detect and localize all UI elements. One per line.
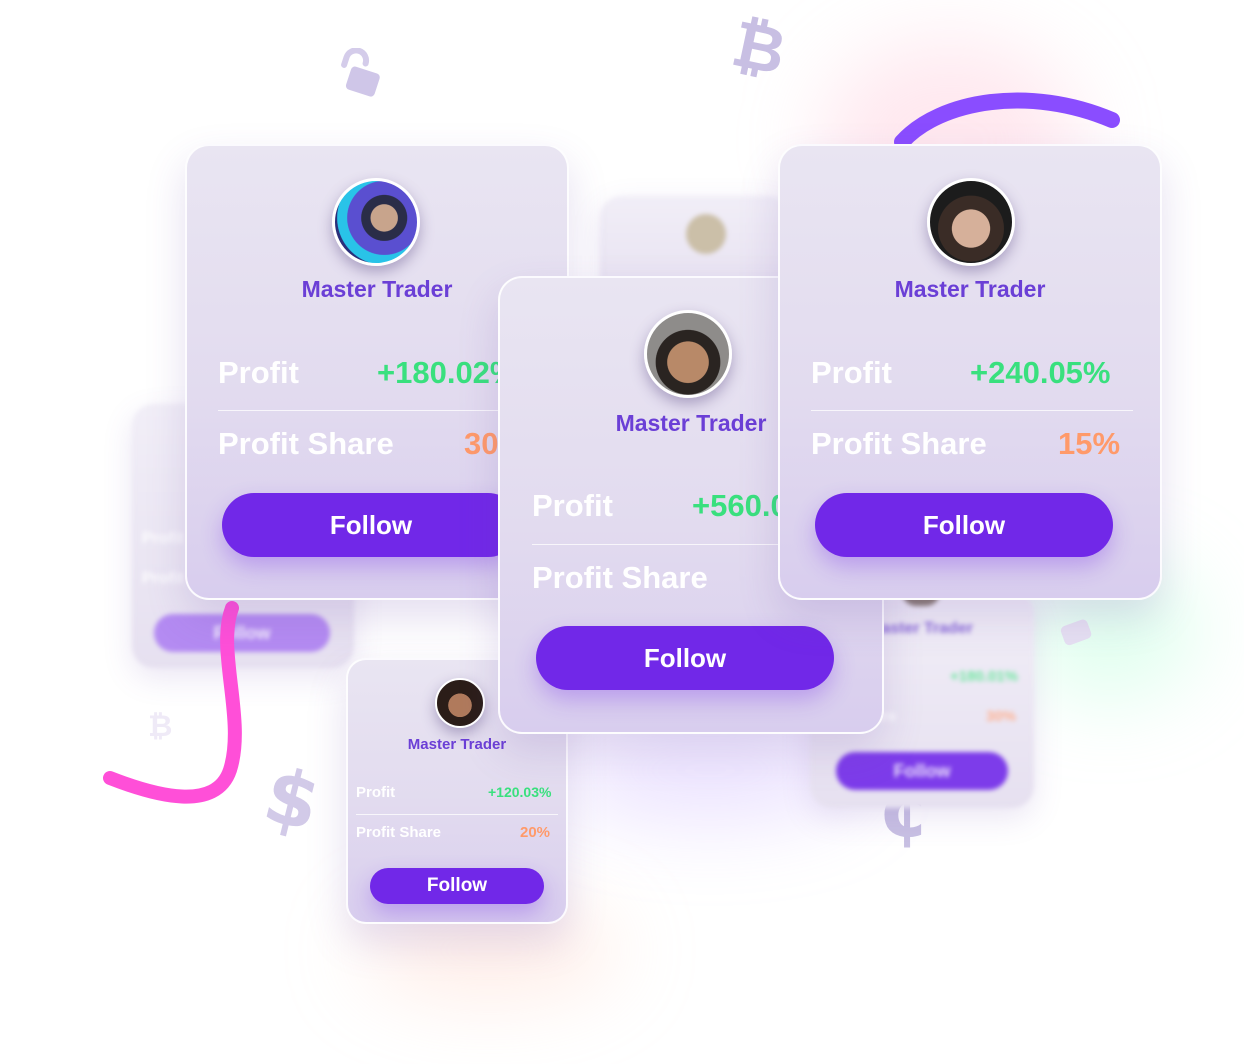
follow-button-left[interactable]: Follow — [222, 493, 520, 557]
profit-label-left: Profit — [218, 355, 299, 390]
profit-value-left: +180.02% — [377, 355, 518, 390]
bitcoin-icon: ₿ — [728, 7, 792, 80]
share-label-center: Profit Share — [532, 560, 708, 595]
ghost-profit-label: Profit — [142, 530, 184, 547]
dollar-icon: $ — [262, 756, 326, 840]
ghost-right-follow-button: Follow — [836, 752, 1008, 790]
profit-label-center: Profit — [532, 488, 613, 523]
unlock-icon — [341, 48, 380, 97]
ghost-share-label: Profit — [142, 570, 184, 587]
follow-button-small[interactable]: Follow — [370, 868, 544, 904]
coin-icon — [1060, 619, 1092, 646]
follow-button-right[interactable]: Follow — [815, 493, 1113, 557]
share-value-right: 15% — [1058, 426, 1121, 461]
share-label-small: Profit Share — [356, 824, 442, 841]
share-label-right: Profit Share — [811, 426, 987, 461]
stage: ₿ $ ¢ ₿ Profit Profit Follow Master Trad… — [0, 0, 1244, 1064]
profit-label-small: Profit — [356, 784, 396, 801]
share-value-small: 20% — [520, 824, 551, 841]
pink-swoosh — [103, 601, 242, 804]
ghost-right-share: 30% — [986, 708, 1017, 725]
trader-card-right: Master Trader Profit +240.05% Profit Sha… — [778, 144, 1162, 600]
trader-avatar-left[interactable] — [332, 178, 420, 266]
trader-avatar-right[interactable] — [927, 178, 1015, 266]
profit-label-right: Profit — [811, 355, 892, 390]
trader-avatar-small[interactable] — [435, 678, 485, 728]
profit-value-right: +240.05% — [970, 355, 1111, 390]
trader-avatar-center[interactable] — [644, 310, 732, 398]
svg-text:₿: ₿ — [728, 7, 792, 80]
follow-button-center[interactable]: Follow — [536, 626, 834, 690]
profit-value-small: +120.03% — [488, 784, 552, 800]
ghost-right-profit: +180.01% — [950, 668, 1018, 685]
svg-text:$: $ — [262, 756, 326, 840]
divider-small — [356, 814, 558, 815]
trader-title-right: Master Trader — [894, 276, 1046, 302]
trader-title-small: Master Trader — [407, 736, 507, 753]
share-label-left: Profit Share — [218, 426, 394, 461]
divider-right — [811, 410, 1133, 411]
ghost-avatar — [686, 214, 726, 254]
